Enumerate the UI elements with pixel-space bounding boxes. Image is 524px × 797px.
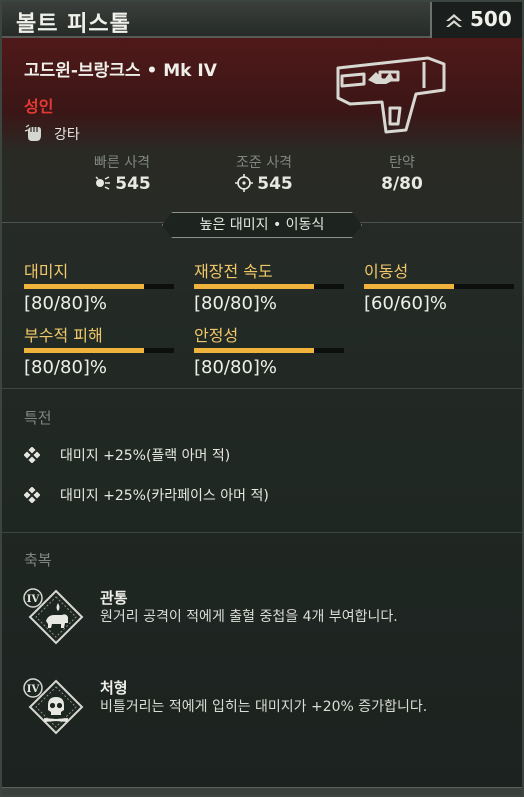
blessing-name: 처형 bbox=[100, 679, 128, 697]
bar-fill bbox=[364, 284, 454, 289]
stat-value: 545 bbox=[115, 174, 151, 194]
bar-value: [80/80]% bbox=[24, 293, 108, 314]
bar-track bbox=[194, 284, 344, 289]
bar-fill bbox=[24, 284, 144, 289]
stat-label: 조준 사격 bbox=[236, 155, 292, 171]
bar-fill bbox=[194, 348, 314, 353]
bar-track bbox=[194, 348, 344, 353]
blessing-name: 관통 bbox=[100, 589, 128, 607]
cost-value: 500 bbox=[470, 7, 512, 31]
cost-box: 500 bbox=[430, 2, 522, 38]
bar-damage: 대미지 [80/80]% bbox=[24, 258, 174, 314]
bar-label: 대미지 bbox=[24, 262, 69, 281]
bar-stability: 안정성 [80/80]% bbox=[194, 322, 344, 378]
stat-label: 탄약 bbox=[389, 155, 415, 171]
bar-track bbox=[364, 284, 514, 289]
perks-title: 특전 bbox=[24, 409, 52, 427]
bar-mobility: 이동성 [60/60]% bbox=[364, 258, 514, 314]
title-bar: 볼트 피스톨 500 bbox=[2, 2, 522, 38]
diamond-bullet-icon bbox=[24, 447, 40, 463]
diamond-bullet-icon bbox=[24, 487, 40, 503]
blessing-desc: 원거리 공격이 적에게 출혈 중첩을 4개 부여합니다. bbox=[100, 609, 398, 625]
stat-value: 8/80 bbox=[381, 174, 423, 194]
bar-fill bbox=[24, 348, 144, 353]
bolt-pistol-icon bbox=[336, 56, 446, 134]
bar-value: [60/60]% bbox=[364, 293, 448, 314]
stat-label: 빠른 사격 bbox=[94, 155, 150, 171]
tier-label: IV bbox=[27, 594, 40, 605]
rank-chevron-icon bbox=[446, 14, 462, 27]
stat-rapid-fire: 빠른 사격 545 bbox=[74, 152, 170, 194]
bar-value: [80/80]% bbox=[24, 357, 108, 378]
bar-collateral: 부수적 피해 [80/80]% bbox=[24, 322, 174, 378]
skull-icon: IV bbox=[23, 678, 84, 735]
stat-ammo: 탄약 8/80 bbox=[352, 152, 452, 194]
bleeding-beast-icon: IV bbox=[23, 588, 84, 645]
bar-value: [80/80]% bbox=[194, 357, 278, 378]
blessing-desc: 비틀거리는 적에게 입히는 대미지가 +20% 증가합니다. bbox=[100, 699, 428, 715]
bar-track bbox=[24, 348, 174, 353]
crosshair-icon bbox=[235, 174, 254, 192]
weapon-title: 볼트 피스톨 bbox=[16, 12, 131, 37]
bar-label: 재장전 속도 bbox=[194, 262, 273, 281]
bar-label: 부수적 피해 bbox=[24, 326, 103, 345]
weapon-traits-banner: 높은 대미지 • 이동식 bbox=[163, 213, 361, 237]
perk-text: 대미지 +25%(플랙 아머 적) bbox=[60, 448, 231, 464]
weapon-subtitle: 고드윈-브랑크스 • Mk IV bbox=[24, 61, 217, 81]
burst-icon bbox=[95, 176, 111, 190]
attack-type-label: 강타 bbox=[54, 127, 80, 143]
fist-icon bbox=[24, 124, 41, 141]
bar-fill bbox=[194, 284, 314, 289]
section-divider bbox=[2, 532, 522, 533]
bar-reload-speed: 재장전 속도 [80/80]% bbox=[194, 258, 344, 314]
stat-aimed-fire: 조준 사격 545 bbox=[216, 152, 312, 194]
rarity-label: 성인 bbox=[24, 97, 54, 116]
blessings-title: 축복 bbox=[24, 551, 52, 569]
bar-track bbox=[24, 284, 174, 289]
bar-label: 안정성 bbox=[194, 326, 239, 345]
stat-value: 545 bbox=[257, 174, 293, 194]
section-divider bbox=[2, 388, 522, 389]
bottom-frame-bar bbox=[2, 787, 522, 795]
tier-label: IV bbox=[27, 684, 40, 695]
weapon-tooltip-panel: 볼트 피스톨 500 고드윈-브랑크스 • Mk IV 성인 강타 빠른 사격 bbox=[0, 0, 524, 797]
bar-label: 이동성 bbox=[364, 262, 409, 281]
perk-text: 대미지 +25%(카라페이스 아머 적) bbox=[60, 488, 269, 504]
bar-value: [80/80]% bbox=[194, 293, 278, 314]
